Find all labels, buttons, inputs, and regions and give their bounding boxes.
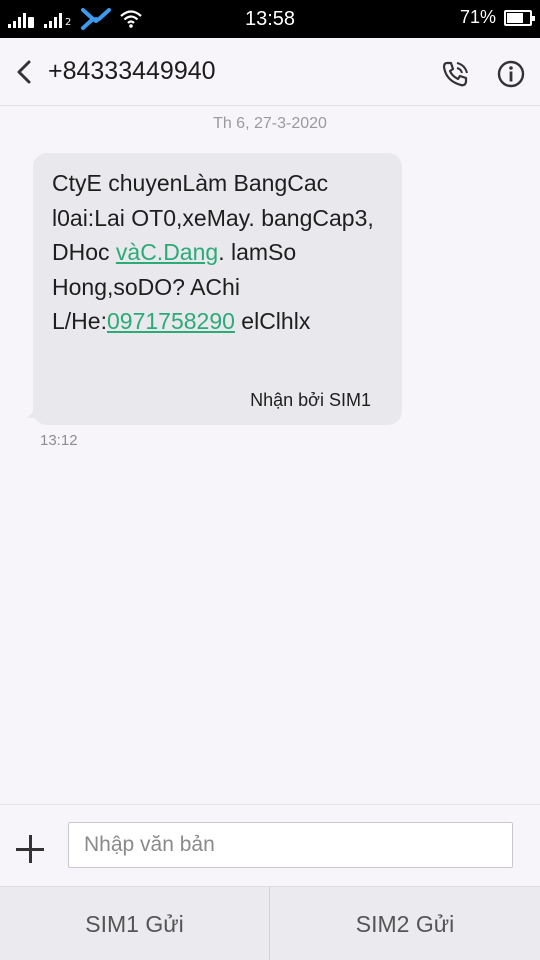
message-link[interactable]: 0971758290 — [107, 308, 235, 334]
message-input[interactable] — [68, 822, 513, 868]
back-arrow-icon — [17, 60, 31, 84]
status-bar: 2 13:58 71% — [0, 0, 540, 38]
message-link[interactable]: vàC.Dang — [116, 239, 218, 265]
battery-percent: 71% — [459, 7, 496, 27]
send-sim2-button[interactable]: SIM2 Gửi — [270, 887, 540, 960]
send-bar: SIM1 Gửi SIM2 Gửi — [0, 886, 540, 960]
battery-icon — [504, 9, 535, 26]
received-by-sim: Nhận bởi SIM1 — [250, 390, 371, 410]
conversation-header: +84333449940 — [0, 38, 540, 106]
contact-number: +84333449940 — [48, 57, 216, 85]
info-button[interactable] — [494, 57, 528, 91]
send-sim1-button[interactable]: SIM1 Gửi — [0, 887, 270, 960]
message-timestamp: 13:12 — [40, 432, 78, 449]
message-text-segment: elClhlx — [234, 308, 311, 334]
phone-icon — [442, 61, 468, 87]
message-text: CtyE chuyenLàm BangCac l0ai:Lai OT0,xeMa… — [52, 166, 392, 339]
compose-bar — [0, 804, 540, 886]
date-separator: Th 6, 27-3-2020 — [213, 115, 327, 132]
call-button[interactable] — [438, 57, 472, 91]
add-attachment-button[interactable] — [16, 834, 48, 866]
back-button[interactable] — [8, 54, 40, 90]
info-icon — [497, 60, 525, 88]
status-right: 71% — [459, 7, 535, 28]
